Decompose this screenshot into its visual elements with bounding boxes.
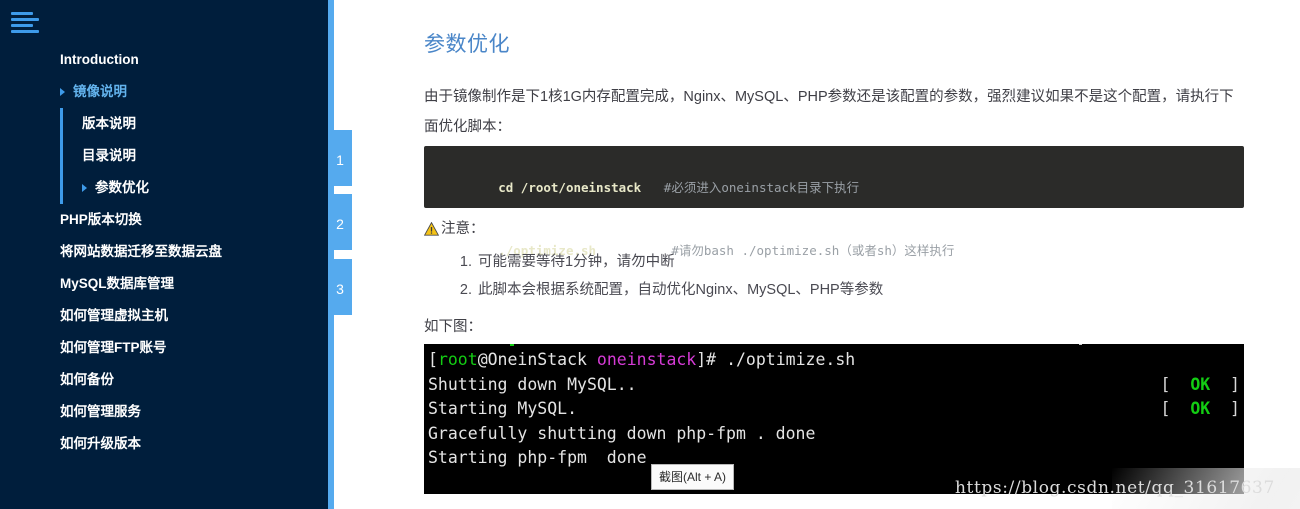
sidebar-item-label: 参数优化: [95, 180, 149, 195]
code-line: cd /root/oneinstack #必须进入oneinstack目录下执行: [438, 156, 1230, 219]
terminal-top-tick: [1079, 344, 1082, 345]
code-command: cd /root/oneinstack: [498, 180, 642, 195]
hamburger-bar: [11, 30, 39, 33]
sidebar-item-label: 如何管理服务: [60, 404, 141, 419]
figure-caption: 如下图：: [424, 319, 482, 335]
prompt-bracket-open: [: [428, 350, 438, 369]
terminal-output-text: Shutting down MySQL..: [428, 374, 637, 394]
terminal-screenshot: [root @ OneinStack oneinstack]# ./optimize…: [424, 344, 1244, 494]
step-marker-3[interactable]: 3: [328, 259, 352, 315]
prompt-host: OneinStack: [487, 350, 587, 369]
code-comment: [641, 180, 664, 195]
terminal-output-text: Starting MySQL.: [428, 399, 578, 418]
terminal-line-output: Starting MySQL. [ OK ]: [428, 397, 1240, 422]
sidebar-item-vhost-admin[interactable]: 如何管理虚拟主机: [0, 300, 328, 332]
hamburger-icon[interactable]: [11, 12, 41, 34]
prompt-dir: oneinstack: [596, 350, 697, 369]
step-number: 2: [336, 216, 344, 232]
status-bracket: ]: [1210, 374, 1240, 394]
chevron-right-icon: [82, 184, 87, 192]
sidebar-item-label: MySQL数据库管理: [60, 276, 175, 291]
status-badge: OK: [1190, 399, 1211, 418]
sidebar-item-label: 版本说明: [82, 116, 136, 131]
sidebar: Introduction 镜像说明 版本说明 目录说明 参数优化 PHP版本切换…: [0, 0, 328, 509]
note-heading-label: 注意：: [441, 221, 485, 237]
chevron-right-icon: [60, 88, 65, 96]
sidebar-item-label: PHP版本切换: [60, 212, 142, 227]
list-item: 此脚本会根据系统配置，自动优化Nginx、MySQL、PHP等参数: [476, 276, 883, 304]
terminal-output-text: Starting php-fpm done: [428, 448, 647, 467]
hamburger-bar: [11, 12, 33, 15]
terminal-line-output: Shutting down MySQL.. [ OK ]: [428, 373, 1240, 398]
hamburger-bar: [11, 24, 33, 27]
step-number: 1: [336, 152, 344, 168]
hamburger-bar: [11, 18, 39, 21]
note-heading: 注意：: [423, 217, 485, 238]
sidebar-nav: Introduction 镜像说明 版本说明 目录说明 参数优化 PHP版本切换…: [0, 44, 328, 460]
sidebar-item-label: 如何管理虚拟主机: [60, 308, 168, 323]
sidebar-item-php-switch[interactable]: PHP版本切换: [0, 204, 328, 236]
sidebar-item-upgrade[interactable]: 如何升级版本: [0, 428, 328, 460]
sidebar-item-backup[interactable]: 如何备份: [0, 364, 328, 396]
prompt-bracket-close: ]#: [696, 350, 727, 369]
prompt-user: root: [437, 350, 478, 369]
terminal-command: ./optimize.sh: [726, 350, 856, 369]
step-number: 3: [336, 281, 344, 297]
sidebar-item-label: 如何管理FTP账号: [60, 340, 167, 355]
status-bracket: [: [1160, 399, 1191, 418]
sidebar-item-version-desc[interactable]: 版本说明: [63, 108, 328, 140]
sidebar-item-directory-desc[interactable]: 目录说明: [63, 140, 328, 172]
terminal-line-prompt: [root @ OneinStack oneinstack]# ./optimize…: [428, 348, 1240, 373]
sidebar-item-label: Introduction: [60, 52, 139, 67]
sidebar-item-label: 如何升级版本: [60, 436, 141, 451]
page-title: 参数优化: [424, 33, 510, 56]
sidebar-item-migrate-data[interactable]: 将网站数据迁移至数据云盘: [0, 236, 328, 268]
status-bracket: ]: [1210, 399, 1240, 418]
terminal-cursor-tick: [510, 344, 514, 346]
status-bracket: [: [1160, 374, 1191, 394]
sidebar-item-label: 目录说明: [82, 148, 136, 163]
prompt-at: @: [477, 350, 488, 369]
list-item: 可能需要等待1分钟，请勿中断: [476, 248, 883, 276]
step-rail: [328, 0, 334, 509]
sidebar-item-mysql-admin[interactable]: MySQL数据库管理: [0, 268, 328, 300]
step-marker-2[interactable]: 2: [328, 194, 352, 250]
note-list: 可能需要等待1分钟，请勿中断 此脚本会根据系统配置，自动优化Nginx、MySQ…: [424, 248, 883, 304]
code-block: cd /root/oneinstack #必须进入oneinstack目录下执行…: [424, 146, 1244, 258]
main-content: 参数优化 由于镜像制作是下1核1G内存配置完成，Nginx、MySQL、PHP参…: [352, 0, 1300, 509]
sidebar-item-ftp-admin[interactable]: 如何管理FTP账号: [0, 332, 328, 364]
screenshot-tooltip: 截图(Alt + A): [651, 464, 735, 490]
sidebar-item-image-desc[interactable]: 镜像说明: [0, 76, 328, 108]
sidebar-item-label: 如何备份: [60, 372, 114, 387]
intro-paragraph: 由于镜像制作是下1核1G内存配置完成，Nginx、MySQL、PHP参数还是该配…: [424, 89, 1234, 135]
terminal-line-output: Gracefully shutting down php-fpm . done: [428, 422, 1240, 447]
warning-triangle-icon: [423, 221, 440, 236]
sidebar-item-introduction[interactable]: Introduction: [0, 44, 328, 76]
terminal-output-text: Gracefully shutting down php-fpm . done: [428, 423, 816, 443]
terminal-line-output: Starting php-fpm done: [428, 446, 1240, 471]
watermark: https://blog.csdn.net/qq_31617637: [955, 478, 1275, 498]
sidebar-item-label: 镜像说明: [73, 84, 127, 99]
sidebar-item-param-optimize[interactable]: 参数优化: [63, 172, 328, 204]
sidebar-subgroup: 版本说明 目录说明 参数优化: [60, 108, 328, 204]
step-marker-1[interactable]: 1: [328, 130, 352, 186]
page-root: Introduction 镜像说明 版本说明 目录说明 参数优化 PHP版本切换…: [0, 0, 1300, 509]
code-comment-text: #必须进入oneinstack目录下执行: [663, 180, 860, 195]
sidebar-item-service-admin[interactable]: 如何管理服务: [0, 396, 328, 428]
status-badge: OK: [1190, 374, 1211, 394]
sidebar-item-label: 将网站数据迁移至数据云盘: [60, 244, 222, 259]
